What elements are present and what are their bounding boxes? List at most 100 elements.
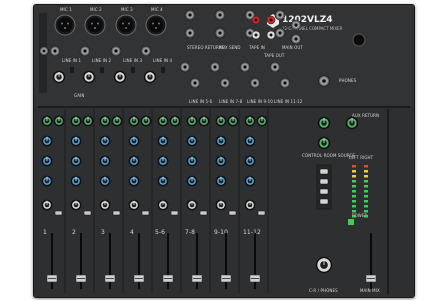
eq-mid-knob-1[interactable] (41, 155, 53, 167)
pan-knob-4[interactable] (128, 199, 140, 211)
gain-knob-2[interactable] (82, 70, 96, 84)
aux2-knob-5[interactable] (169, 115, 181, 127)
insert-switch-2[interactable] (100, 67, 104, 73)
gain-knob-3[interactable] (113, 70, 127, 84)
aux2-knob-1[interactable] (53, 115, 65, 127)
gain-knob-4[interactable] (143, 70, 157, 84)
aux2-knob-3[interactable] (111, 115, 123, 127)
xlr-input-1-pin-0 (61, 22, 63, 25)
mute-button-2[interactable] (83, 210, 92, 216)
eq-mid-knob-7[interactable] (215, 155, 227, 167)
eq-hi-knob-6[interactable] (186, 135, 198, 147)
aux2-knob-7[interactable] (227, 115, 239, 127)
eq-low-knob-6[interactable] (186, 175, 198, 187)
aux-send-master-1[interactable] (317, 116, 331, 130)
aux1-knob-1[interactable] (41, 115, 53, 127)
mute-button-4[interactable] (141, 210, 150, 216)
power-led (348, 219, 354, 225)
aux2-knob-4[interactable] (140, 115, 152, 127)
stereo-line-l-0-socket (183, 65, 187, 69)
xlr-input-2-inner (87, 17, 103, 33)
mute-button-6[interactable] (199, 210, 208, 216)
aux1-knob-2[interactable] (70, 115, 82, 127)
eq-low-knob-5[interactable] (157, 175, 169, 187)
meter-led-left-6 (352, 195, 356, 198)
eq-hi-knob-5[interactable] (157, 135, 169, 147)
stereo-return-jack-top-1-socket (218, 13, 222, 17)
eq-hi-knob-8[interactable] (244, 135, 256, 147)
meter-led-left-0 (352, 165, 356, 168)
pan-knob-5[interactable] (157, 199, 169, 211)
aux1-knob-4[interactable] (128, 115, 140, 127)
eq-hi-knob-1[interactable] (41, 135, 53, 147)
aux2-knob-8[interactable] (256, 115, 268, 127)
eq-low-knob-7[interactable] (215, 175, 227, 187)
aux-return-knob-1[interactable] (317, 136, 331, 150)
aux1-knob-6[interactable] (186, 115, 198, 127)
aux1-knob-5[interactable] (157, 115, 169, 127)
xlr-input-2-pin-2 (94, 27, 96, 29)
eq-low-knob-2[interactable] (70, 175, 82, 187)
meter-led-right-10 (364, 215, 368, 218)
mute-button-8[interactable] (257, 210, 266, 216)
mute-button-7[interactable] (228, 210, 237, 216)
eq-mid-knob-2[interactable] (70, 155, 82, 167)
mute-button-1[interactable] (54, 210, 63, 216)
power-inlet (352, 33, 366, 47)
main-out-jack-r-socket (294, 37, 298, 41)
pan-knob-6[interactable] (186, 199, 198, 211)
eq-hi-knob-2[interactable] (70, 135, 82, 147)
stereo-return-jack-bot-2-socket (248, 31, 252, 35)
aux1-knob-8[interactable] (244, 115, 256, 127)
insert-switch-1[interactable] (70, 67, 74, 73)
eq-mid-knob-5[interactable] (157, 155, 169, 167)
eq-low-knob-3[interactable] (99, 175, 111, 187)
stereo-line-r-3-socket (283, 81, 287, 85)
mute-button-5[interactable] (170, 210, 179, 216)
phones-jack-socket (322, 79, 326, 83)
meter-led-right-7 (364, 200, 368, 203)
aux2-knob-6[interactable] (198, 115, 210, 127)
source-button-1[interactable] (319, 178, 329, 185)
eq-hi-knob-7[interactable] (215, 135, 227, 147)
source-button-0[interactable] (319, 168, 329, 175)
aux1-knob-7[interactable] (215, 115, 227, 127)
insert-switch-3[interactable] (131, 67, 135, 73)
eq-low-knob-1[interactable] (41, 175, 53, 187)
pan-knob-2[interactable] (70, 199, 82, 211)
stereo-line-l-2-socket (243, 65, 247, 69)
xlr-input-4-pin-0 (152, 22, 154, 25)
eq-mid-knob-4[interactable] (128, 155, 140, 167)
aux2-knob-2[interactable] (82, 115, 94, 127)
stereo-line-l-3-socket (273, 65, 277, 69)
meter-led-right-0 (364, 165, 368, 168)
xlr-input-1-pin-2 (64, 27, 66, 29)
source-button-2[interactable] (319, 188, 329, 195)
gain-knob-1[interactable] (52, 70, 66, 84)
source-button-3[interactable] (319, 198, 329, 205)
eq-mid-knob-6[interactable] (186, 155, 198, 167)
pan-knob-8[interactable] (244, 199, 256, 211)
eq-hi-knob-4[interactable] (128, 135, 140, 147)
mute-button-3[interactable] (112, 210, 121, 216)
line-input-jack-4-socket (144, 49, 148, 53)
pan-knob-7[interactable] (215, 199, 227, 211)
xlr-input-4-pin-1 (158, 22, 160, 25)
xlr-input-4-pin-2 (155, 27, 157, 29)
eq-hi-knob-3[interactable] (99, 135, 111, 147)
aux-send-master-2[interactable] (345, 116, 359, 130)
insert-switch-4[interactable] (161, 67, 165, 73)
meter-led-left-10 (352, 215, 356, 218)
insert-jack-socket (42, 49, 46, 53)
xlr-input-1-pin-1 (67, 22, 69, 25)
aux1-knob-3[interactable] (99, 115, 111, 127)
pan-knob-1[interactable] (41, 199, 53, 211)
eq-mid-knob-3[interactable] (99, 155, 111, 167)
phones-level-knob[interactable] (315, 256, 333, 274)
eq-low-knob-4[interactable] (128, 175, 140, 187)
meter-led-right-8 (364, 205, 368, 208)
pan-knob-3[interactable] (99, 199, 111, 211)
eq-low-knob-8[interactable] (244, 175, 256, 187)
mixer-console: 1202VLZ4 12-CHANNEL COMPACT MIXER MIC 1 … (33, 4, 415, 298)
eq-mid-knob-8[interactable] (244, 155, 256, 167)
